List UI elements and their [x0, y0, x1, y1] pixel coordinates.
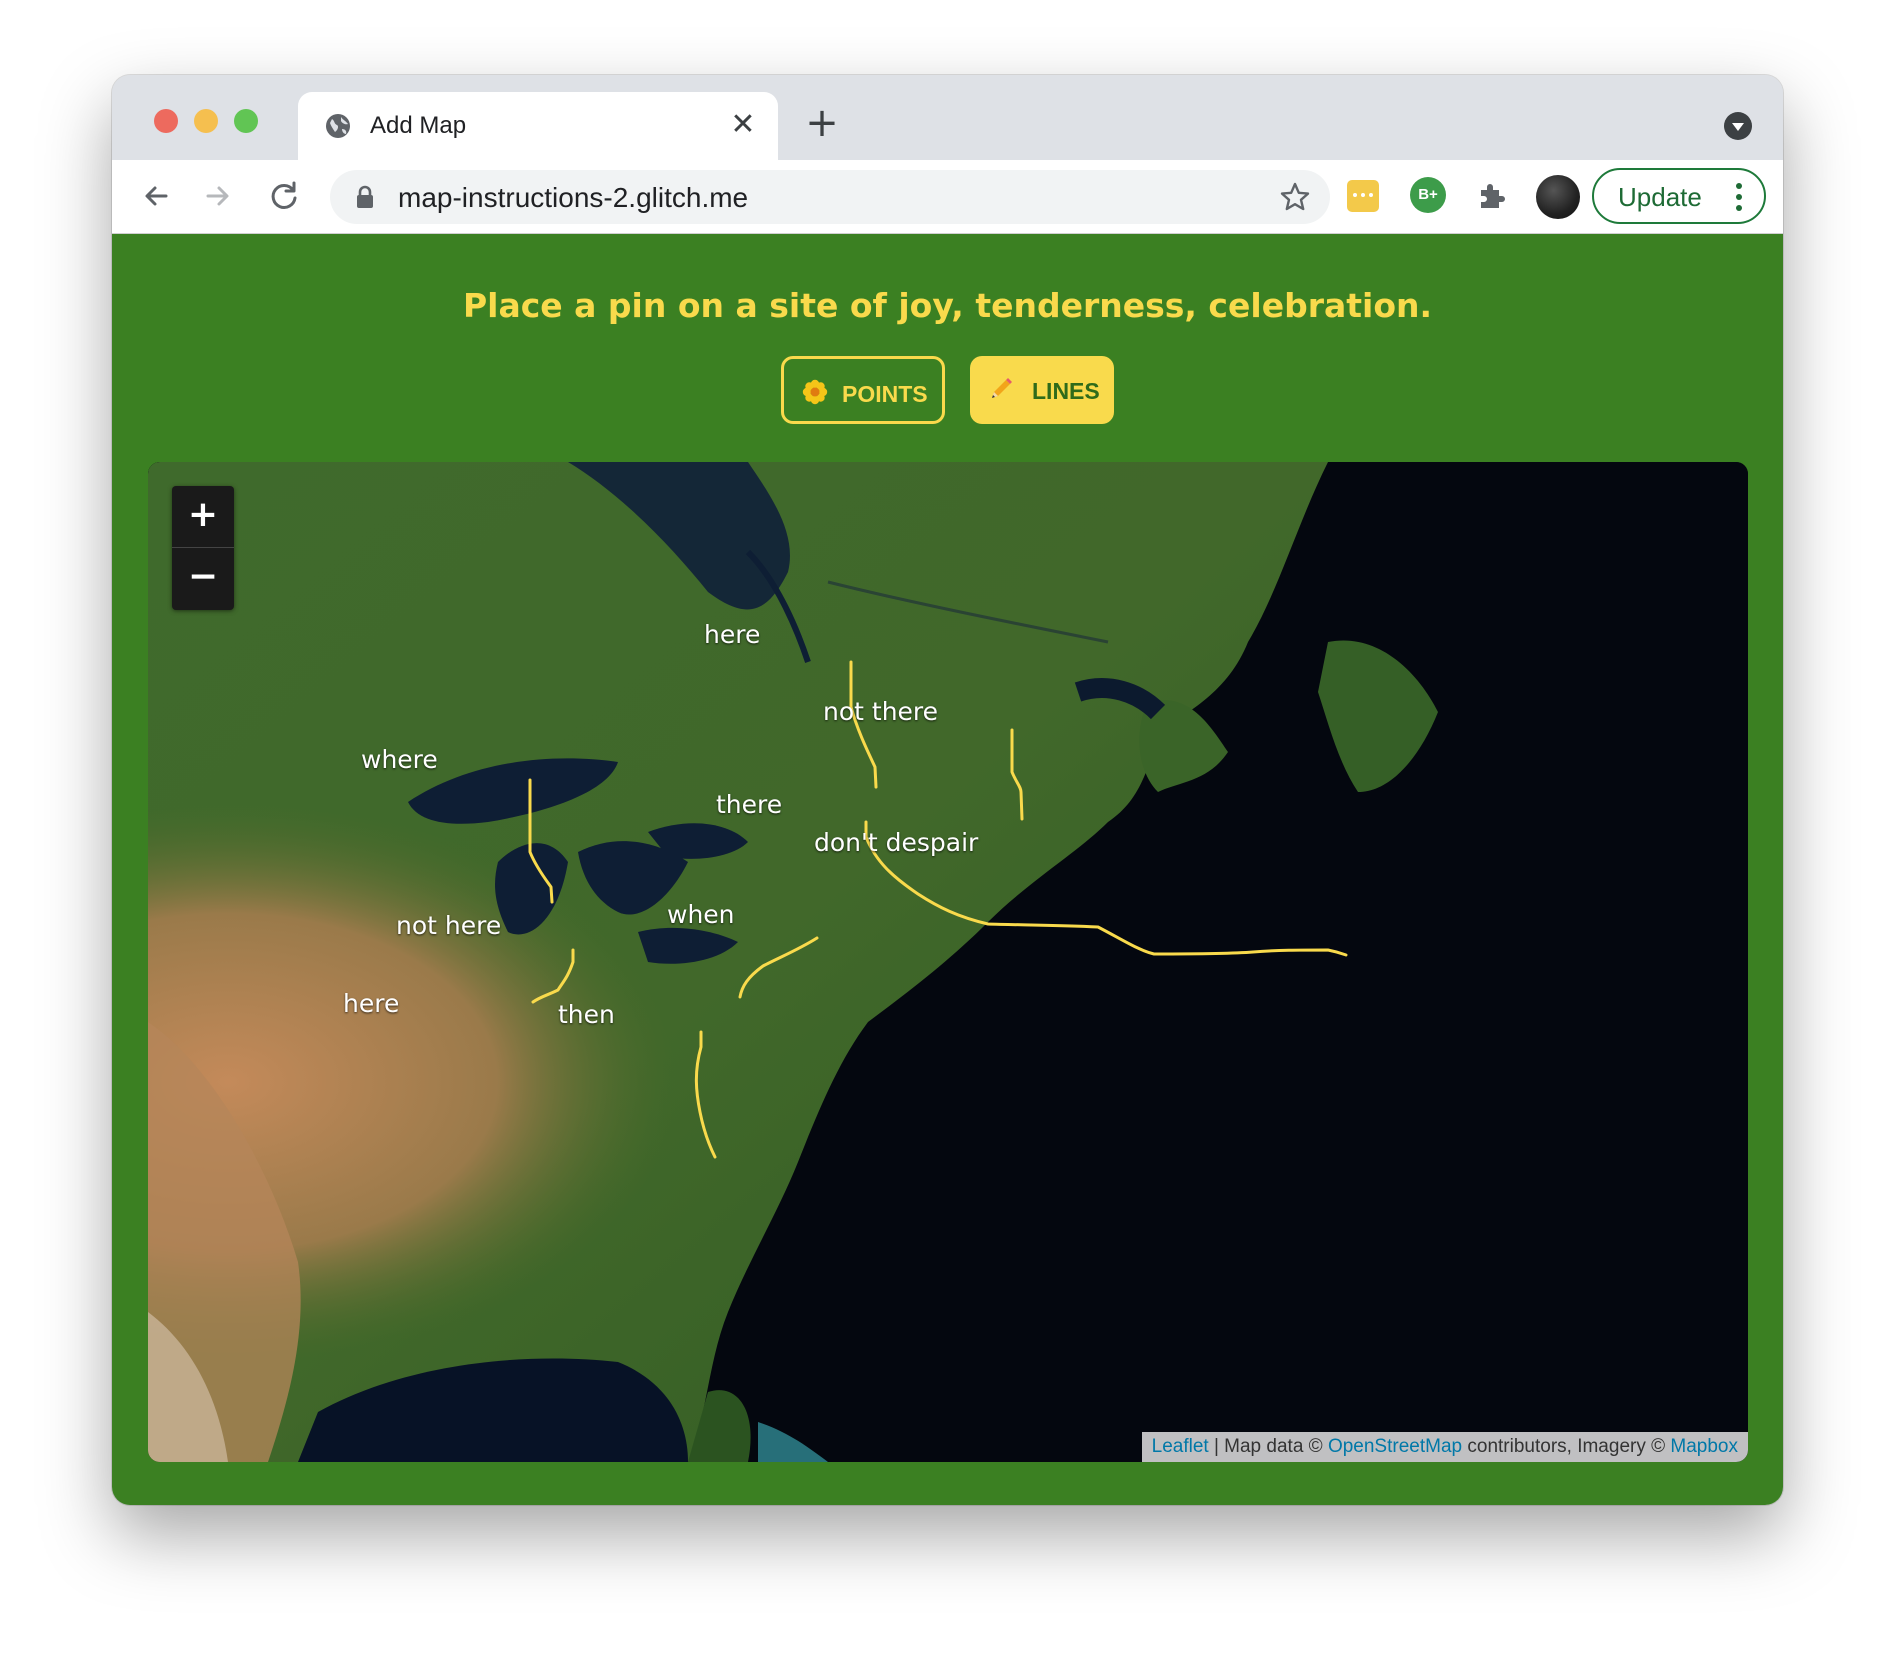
map-label: here: [704, 620, 761, 649]
map-label: then: [558, 1000, 615, 1029]
map-label: there: [716, 790, 783, 819]
map-label: here: [343, 989, 400, 1018]
lines-mode-label: LINES: [1032, 378, 1100, 404]
drawn-line: [1010, 728, 1024, 821]
drawn-lines: [528, 660, 1348, 1159]
avatar[interactable]: [1536, 175, 1580, 219]
map-label: not here: [396, 911, 502, 940]
browser-window: Add Map ✕ + map-instructions-2.glitch.me: [112, 75, 1783, 1505]
drawn-line: [531, 948, 575, 1004]
reload-icon[interactable]: [264, 176, 304, 216]
points-mode-label: POINTS: [842, 381, 928, 407]
pencil-icon: [992, 378, 1012, 398]
map-label: not there: [823, 697, 939, 726]
mapbox-link[interactable]: Mapbox: [1670, 1436, 1738, 1457]
extension-yellow-icon[interactable]: [1347, 180, 1379, 212]
new-tab-button[interactable]: +: [802, 103, 842, 145]
zoom-control: + −: [172, 486, 234, 610]
map-label: when: [667, 900, 735, 929]
page-content: Place a pin on a site of joy, tenderness…: [112, 234, 1783, 1505]
leaflet-link[interactable]: Leaflet: [1152, 1436, 1209, 1457]
attribution-text: | Map data ©: [1208, 1436, 1328, 1457]
back-arrow-icon[interactable]: [136, 176, 176, 216]
browser-toolbar: map-instructions-2.glitch.me B+ Update: [112, 160, 1783, 234]
drawn-line: [694, 1030, 717, 1159]
maximize-window-button[interactable]: [234, 109, 258, 133]
update-button[interactable]: Update: [1592, 168, 1766, 224]
minimize-window-button[interactable]: [194, 109, 218, 133]
lines-mode-button[interactable]: LINES: [970, 356, 1114, 424]
tab-title: Add Map: [370, 112, 467, 139]
map-label: don't despair: [814, 828, 979, 857]
tab-add-map[interactable]: Add Map ✕: [298, 92, 778, 160]
extension-badge-icon[interactable]: B+: [1410, 177, 1446, 213]
address-bar[interactable]: map-instructions-2.glitch.me: [330, 170, 1330, 224]
tab-strip: Add Map ✕ +: [112, 75, 1783, 160]
close-icon[interactable]: ✕: [728, 110, 758, 140]
page-title: Place a pin on a site of joy, tenderness…: [462, 286, 1433, 325]
update-label: Update: [1618, 182, 1702, 212]
drawn-line: [738, 936, 819, 999]
puzzle-icon[interactable]: [1474, 177, 1510, 213]
more-vert-icon[interactable]: [1736, 183, 1742, 211]
close-window-button[interactable]: [154, 109, 178, 133]
globe-icon: [326, 114, 350, 138]
flower-icon: [802, 379, 828, 405]
map[interactable]: here not there where there don't despair…: [148, 462, 1748, 1462]
forward-arrow-icon[interactable]: [198, 176, 238, 216]
zoom-out-button[interactable]: −: [172, 548, 234, 609]
lock-icon: [357, 185, 373, 208]
points-mode-button[interactable]: POINTS: [781, 356, 945, 424]
map-attribution: Leaflet | Map data © OpenStreetMap contr…: [1141, 1432, 1748, 1462]
chevron-down-icon[interactable]: [1724, 112, 1752, 140]
zoom-in-button[interactable]: +: [172, 486, 234, 548]
map-label: where: [361, 745, 438, 774]
openstreetmap-link[interactable]: OpenStreetMap: [1328, 1436, 1462, 1457]
url-text[interactable]: map-instructions-2.glitch.me: [398, 182, 748, 214]
attribution-text: contributors, Imagery ©: [1462, 1436, 1671, 1457]
star-icon[interactable]: [1278, 180, 1312, 214]
drawn-line: [528, 778, 554, 904]
